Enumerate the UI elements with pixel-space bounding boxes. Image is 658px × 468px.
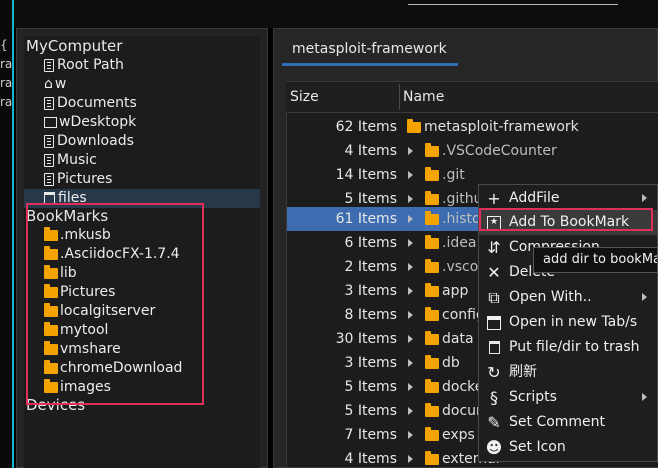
submenu-arrow-icon	[642, 194, 647, 202]
folder-outline-icon	[44, 117, 57, 128]
menu-item-set-comment[interactable]: ✎ Set Comment	[479, 410, 657, 435]
menu-item-set-icon[interactable]: ☻ Set Icon	[479, 435, 657, 460]
tree-item-home[interactable]: ⌂ w	[44, 75, 66, 94]
refresh-icon: ↻	[487, 363, 501, 382]
folder-icon	[425, 450, 439, 465]
comment-icon: ✎	[487, 413, 501, 432]
folder-icon	[425, 142, 439, 157]
folder-icon	[425, 282, 439, 297]
expand-arrow-icon[interactable]	[408, 335, 413, 343]
column-header-name[interactable]: Name	[403, 82, 444, 112]
file-icon	[44, 173, 54, 186]
menu-item-trash[interactable]: Put file/dir to trash	[479, 335, 657, 360]
expand-arrow-icon[interactable]	[408, 215, 413, 223]
menu-item-open-with[interactable]: ⧉ Open With..	[479, 285, 657, 310]
menu-highlight-box	[479, 208, 653, 231]
set-icon-icon: ☻	[485, 438, 503, 457]
tab-icon	[479, 315, 509, 330]
table-header: Size Name	[286, 82, 658, 113]
folder-icon	[425, 426, 439, 441]
column-header-size[interactable]: Size	[290, 82, 319, 112]
folder-icon	[425, 166, 439, 181]
folder-icon	[425, 210, 439, 225]
tree-item-desktop[interactable]: wDesktopk	[44, 113, 136, 132]
table-row[interactable]: 4 Items .VSCodeCounter	[287, 139, 658, 163]
folder-icon	[425, 354, 439, 369]
folder-icon	[425, 234, 439, 249]
expand-arrow-icon[interactable]	[408, 171, 413, 179]
bookmarks-highlight-box	[26, 203, 204, 405]
tree-item-music[interactable]: Music	[44, 151, 97, 170]
home-icon: ⌂	[44, 76, 53, 92]
script-icon: §	[490, 388, 498, 407]
tab-metasploit-framework[interactable]: metasploit-framework	[282, 34, 458, 66]
folder-icon	[425, 190, 439, 205]
expand-arrow-icon[interactable]	[408, 359, 413, 367]
folder-icon	[425, 378, 439, 393]
x-icon: ✕	[487, 263, 501, 282]
tree-item-downloads[interactable]: Downloads	[44, 132, 134, 151]
menu-item-open-new-tab[interactable]: Open in new Tab/s	[479, 310, 657, 335]
top-toolbar-strip	[14, 0, 658, 28]
tooltip: add dir to bookMark	[533, 247, 658, 273]
tree-item-pictures[interactable]: Pictures	[44, 170, 112, 189]
file-icon	[44, 135, 54, 148]
file-icon	[44, 154, 54, 167]
menu-item-scripts[interactable]: § Scripts	[479, 385, 657, 410]
expand-arrow-icon[interactable]	[408, 263, 413, 271]
compress-icon: ⇵	[487, 238, 501, 257]
tree-item-root-path[interactable]: Root Path	[44, 56, 124, 75]
folder-icon	[425, 330, 439, 345]
folder-icon	[407, 118, 421, 133]
file-icon	[44, 59, 54, 72]
tree-item-documents[interactable]: Documents	[44, 94, 137, 113]
folder-icon	[425, 306, 439, 321]
open-external-icon: ⧉	[488, 288, 500, 307]
left-edge-text: { ra ra ra	[0, 38, 12, 109]
trash-icon	[479, 341, 509, 354]
folder-icon	[425, 258, 439, 273]
expand-arrow-icon[interactable]	[408, 431, 413, 439]
expand-arrow-icon[interactable]	[408, 311, 413, 319]
expand-arrow-icon[interactable]	[408, 407, 413, 415]
expand-arrow-icon[interactable]	[408, 195, 413, 203]
table-row[interactable]: 62 Items metasploit-framework	[287, 115, 658, 139]
tree-header-mycomputer[interactable]: MyComputer	[26, 37, 122, 56]
column-separator[interactable]	[399, 84, 400, 110]
submenu-arrow-icon	[642, 393, 647, 401]
file-icon	[44, 97, 54, 110]
expand-arrow-icon[interactable]	[408, 239, 413, 247]
menu-item-refresh[interactable]: ↻ 刷新	[479, 360, 657, 385]
expand-arrow-icon[interactable]	[408, 147, 413, 155]
expand-arrow-icon[interactable]	[408, 383, 413, 391]
submenu-arrow-icon	[642, 293, 647, 301]
expand-arrow-icon[interactable]	[408, 455, 413, 463]
folder-icon	[425, 402, 439, 417]
expand-arrow-icon[interactable]	[408, 287, 413, 295]
